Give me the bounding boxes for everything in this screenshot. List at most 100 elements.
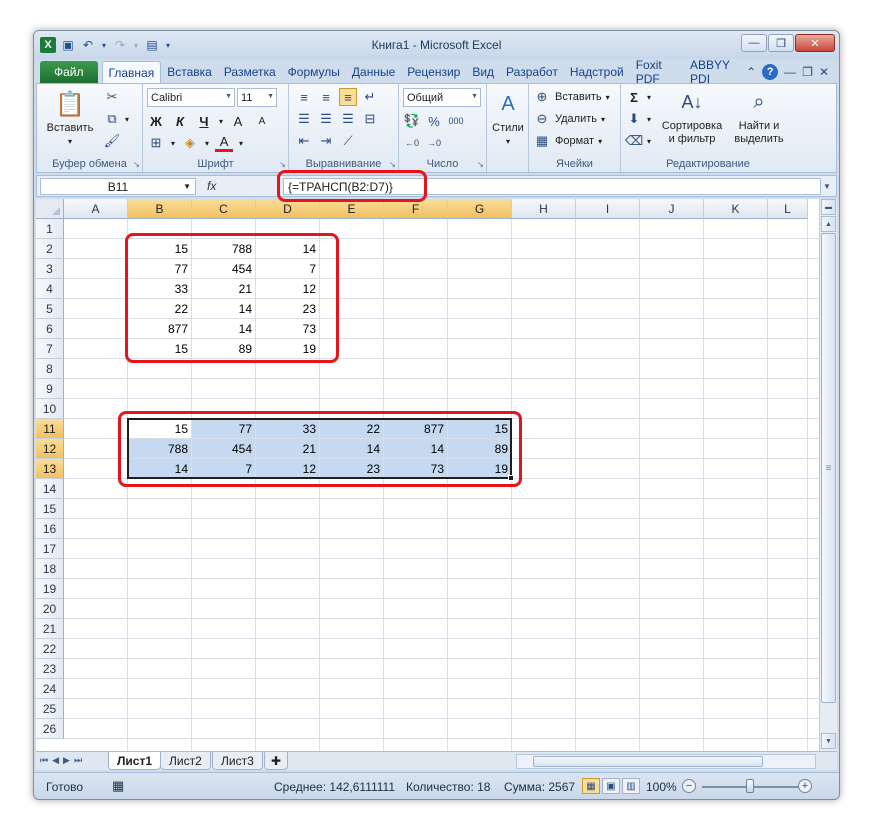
format-painter-button[interactable]: 🖌 xyxy=(103,132,121,150)
align-bottom-icon[interactable]: ≡ xyxy=(339,88,357,106)
first-sheet-icon[interactable]: ⏮ xyxy=(40,755,48,766)
row-header-12[interactable]: 12 xyxy=(36,439,64,459)
tab-review[interactable]: Рецензир xyxy=(401,61,466,83)
tab-home[interactable]: Главная xyxy=(101,61,162,83)
select-all-button[interactable] xyxy=(36,199,64,219)
font-name-combo[interactable]: Calibri ▼ xyxy=(147,88,235,107)
font-color-button[interactable]: A xyxy=(215,134,234,152)
tab-page-layout[interactable]: Разметка xyxy=(218,61,282,83)
chevron-down-icon[interactable]: ▾ xyxy=(171,139,175,148)
row-header-25[interactable]: 25 xyxy=(36,699,64,719)
decrease-decimal-icon[interactable]: →0 xyxy=(425,134,443,152)
dialog-launcher-icon[interactable]: ↘ xyxy=(477,160,484,169)
percent-button[interactable]: % xyxy=(425,112,443,130)
row-header-8[interactable]: 8 xyxy=(36,359,64,379)
grow-font-button[interactable]: A xyxy=(229,112,247,130)
tab-data[interactable]: Данные xyxy=(346,61,401,83)
row-header-19[interactable]: 19 xyxy=(36,579,64,599)
align-right-icon[interactable]: ☰ xyxy=(339,110,357,128)
cut-button[interactable]: ✂ xyxy=(103,88,121,106)
comma-style-button[interactable]: 000 xyxy=(447,112,465,130)
fill-color-icon[interactable]: ◈ xyxy=(181,134,199,152)
paste-button[interactable]: 📋 Вставить ▾ xyxy=(45,88,95,148)
chevron-down-icon[interactable]: ▾ xyxy=(219,117,223,126)
row-header-18[interactable]: 18 xyxy=(36,559,64,579)
column-header-i[interactable]: I xyxy=(576,199,640,219)
fill-button[interactable]: ⬇ ▾ xyxy=(625,110,651,128)
maximize-button[interactable]: ❐ xyxy=(768,34,794,52)
split-box-icon[interactable]: ▬ xyxy=(821,199,836,215)
column-header-a[interactable]: A xyxy=(64,199,128,219)
row-header-23[interactable]: 23 xyxy=(36,659,64,679)
row-header-9[interactable]: 9 xyxy=(36,379,64,399)
delete-cells-button[interactable]: ⊖ Удалить ▾ xyxy=(533,110,605,128)
row-header-20[interactable]: 20 xyxy=(36,599,64,619)
row-header-10[interactable]: 10 xyxy=(36,399,64,419)
italic-button[interactable]: К xyxy=(171,112,189,130)
chevron-down-icon[interactable]: ▾ xyxy=(239,139,243,148)
increase-decimal-icon[interactable]: ←0 xyxy=(403,134,421,152)
sort-filter-button[interactable]: A↓ Сортировка и фильтр xyxy=(657,86,727,146)
tab-file[interactable]: Файл xyxy=(40,61,98,83)
row-header-7[interactable]: 7 xyxy=(36,339,64,359)
row-header-11[interactable]: 11 xyxy=(36,419,64,439)
horizontal-scroll-thumb[interactable] xyxy=(533,756,763,767)
borders-icon[interactable]: ⊞ xyxy=(147,134,165,152)
autosum-button[interactable]: Σ ▾ xyxy=(625,88,651,106)
tab-view[interactable]: Вид xyxy=(466,61,500,83)
sheet-tab-3[interactable]: Лист3 xyxy=(212,752,263,770)
wrap-text-icon[interactable]: ↵ xyxy=(361,88,379,106)
chevron-down-icon[interactable]: ▼ xyxy=(183,182,191,191)
page-break-view-icon[interactable]: ▥ xyxy=(622,778,640,794)
row-header-15[interactable]: 15 xyxy=(36,499,64,519)
zoom-out-icon[interactable]: − xyxy=(682,779,696,793)
dialog-launcher-icon[interactable]: ↘ xyxy=(133,160,140,169)
row-header-22[interactable]: 22 xyxy=(36,639,64,659)
normal-view-icon[interactable]: ▦ xyxy=(582,778,600,794)
insert-sheet-icon[interactable]: ✚ xyxy=(264,752,289,770)
prev-sheet-icon[interactable]: ◀ xyxy=(52,755,59,766)
styles-button[interactable]: A Стили ▾ xyxy=(491,88,525,148)
page-layout-view-icon[interactable]: ▣ xyxy=(602,778,620,794)
next-sheet-icon[interactable]: ▶ xyxy=(63,755,70,766)
row-header-1[interactable]: 1 xyxy=(36,219,64,239)
vertical-scrollbar[interactable]: ▬ ▲ ≡ ▼ xyxy=(819,199,837,751)
scroll-down-icon[interactable]: ▼ xyxy=(821,733,836,749)
row-header-6[interactable]: 6 xyxy=(36,319,64,339)
row-header-17[interactable]: 17 xyxy=(36,539,64,559)
expand-formula-bar-icon[interactable]: ▼ xyxy=(820,178,834,195)
row-header-13[interactable]: 13 xyxy=(36,459,64,479)
column-header-b[interactable]: B xyxy=(128,199,192,219)
macro-record-icon[interactable]: ▦ xyxy=(112,778,124,794)
font-size-combo[interactable]: 11 ▼ xyxy=(237,88,277,107)
find-select-button[interactable]: ⌕ Найти и выделить xyxy=(727,86,791,146)
row-header-24[interactable]: 24 xyxy=(36,679,64,699)
decrease-indent-icon[interactable]: ⇤ xyxy=(295,132,313,150)
clear-button[interactable]: ⌫ ▾ xyxy=(625,132,651,150)
scroll-thumb[interactable]: ≡ xyxy=(821,233,836,703)
chevron-down-icon[interactable]: ▾ xyxy=(205,139,209,148)
column-header-k[interactable]: K xyxy=(704,199,768,219)
sheet-tab-2[interactable]: Лист2 xyxy=(160,752,211,770)
tab-addins[interactable]: Надстрой xyxy=(564,61,630,83)
name-box[interactable]: B11 ▼ xyxy=(40,178,196,195)
minimize-button[interactable]: — xyxy=(741,34,767,52)
number-format-combo[interactable]: Общий ▼ xyxy=(403,88,481,107)
row-header-21[interactable]: 21 xyxy=(36,619,64,639)
column-header-c[interactable]: C xyxy=(192,199,256,219)
scroll-up-icon[interactable]: ▲ xyxy=(821,216,836,232)
zoom-slider-thumb[interactable] xyxy=(746,779,754,793)
zoom-in-icon[interactable]: + xyxy=(798,779,812,793)
help-icon[interactable]: ? xyxy=(762,64,779,80)
bold-button[interactable]: Ж xyxy=(147,112,165,130)
row-header-26[interactable]: 26 xyxy=(36,719,64,739)
workbook-close-button[interactable]: ✕ xyxy=(819,65,829,79)
close-button[interactable]: ✕ xyxy=(795,34,835,52)
row-header-2[interactable]: 2 xyxy=(36,239,64,259)
increase-indent-icon[interactable]: ⇥ xyxy=(317,132,335,150)
underline-button[interactable]: Ч xyxy=(195,112,213,130)
tab-foxit-pdf[interactable]: Foxit PDF xyxy=(630,58,684,86)
workbook-minimize-button[interactable]: — xyxy=(784,65,796,79)
row-header-5[interactable]: 5 xyxy=(36,299,64,319)
shrink-font-button[interactable]: A xyxy=(253,112,271,130)
